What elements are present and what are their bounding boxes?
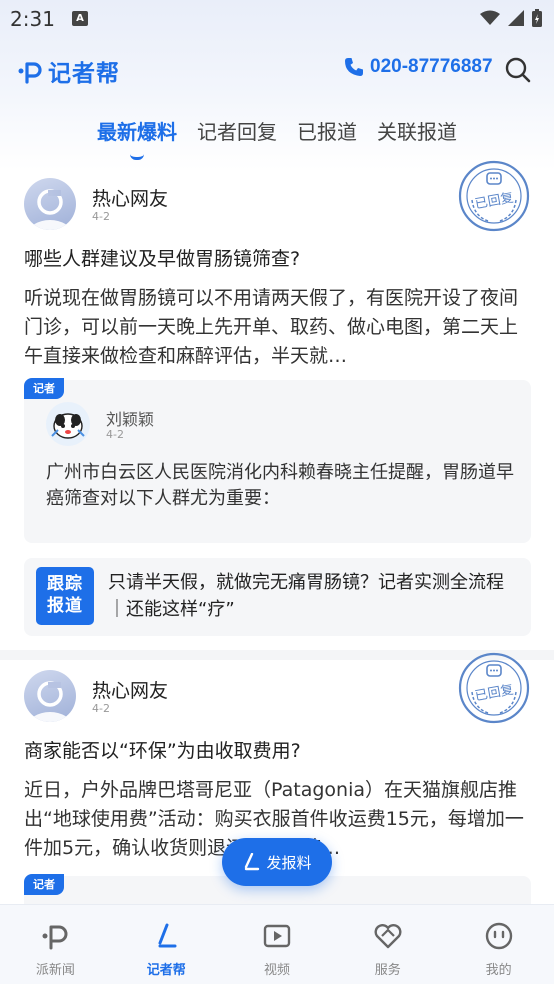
nav-item-video[interactable]: 视频 xyxy=(222,905,333,984)
battery-icon xyxy=(532,9,542,27)
tab-latest-tips[interactable]: 最新爆料 xyxy=(97,112,177,160)
nav-label: 我的 xyxy=(485,963,512,978)
reporter-tag: 记者 xyxy=(24,378,64,399)
pai-logo-icon xyxy=(42,925,68,950)
tab-reporter-replies[interactable]: 记者回复 xyxy=(197,112,277,156)
post-question: 商家能否以“环保”为由收取费用? xyxy=(24,740,301,762)
default-avatar-icon xyxy=(28,681,72,722)
pai-logo-icon xyxy=(18,62,42,84)
fab-label: 发报料 xyxy=(266,853,312,872)
tab-label: 记者回复 xyxy=(197,120,277,144)
video-play-icon xyxy=(263,924,291,948)
user-name: 热心网友 xyxy=(92,680,169,702)
follow-up-badge: 跟踪 报道 xyxy=(36,567,94,625)
post-date: 4-2 xyxy=(92,210,110,223)
notification-icon: A xyxy=(72,11,88,26)
nav-item-services[interactable]: 服务 xyxy=(332,905,443,984)
search-icon xyxy=(505,57,531,83)
app-logo: 记者帮 xyxy=(18,54,120,88)
search-button[interactable] xyxy=(504,56,532,84)
reporter-avatar xyxy=(46,402,90,446)
reporter-name: 刘颖颖 xyxy=(106,410,155,429)
nav-label: 服务 xyxy=(374,963,401,978)
post-date: 4-2 xyxy=(92,702,110,715)
tab-reported[interactable]: 已报道 xyxy=(297,112,357,156)
nav-label: 派新闻 xyxy=(35,963,75,978)
follow-up-report[interactable]: 跟踪 报道 只请半天假，就做完无痛胃肠镜？记者实测全流程｜还能这样“疗” xyxy=(24,558,531,636)
badge-line: 跟踪 xyxy=(47,574,83,594)
wifi-icon xyxy=(480,10,500,25)
nav-label: 视频 xyxy=(263,963,290,978)
reply-date: 4-2 xyxy=(106,428,124,441)
tab-label: 已报道 xyxy=(297,120,357,144)
heart-service-icon xyxy=(374,924,402,949)
reporter-reply[interactable]: 记者 刘颖颖 4-2 广州市白云区人民医院消化内科赖春晓主任提醒，胃肠道早癌筛查… xyxy=(24,378,531,543)
submit-tip-button[interactable]: 发报料 xyxy=(222,838,332,886)
avatar xyxy=(24,670,76,722)
smiley-profile-icon xyxy=(485,922,512,950)
replied-stamp-icon: 已回复 xyxy=(458,160,530,232)
replied-stamp: 已回复 xyxy=(458,160,530,232)
user-name: 热心网友 xyxy=(92,188,169,210)
nav-label: 记者帮 xyxy=(146,963,186,978)
replied-stamp-icon: 已回复 xyxy=(458,652,530,724)
app-title: 记者帮 xyxy=(48,61,120,87)
post-content: 听说现在做胃肠镜可以不用请两天假了，有医院开设了夜间门诊，可以前一天晚上先开单、… xyxy=(24,287,519,367)
app-header: 记者帮 020-87776887 xyxy=(0,42,554,96)
bottom-nav: 派新闻 记者帮 视频 服务 我的 xyxy=(0,904,554,984)
status-icons xyxy=(480,9,542,27)
avatar xyxy=(24,178,76,230)
reporter-avatar-icon xyxy=(51,413,85,439)
reporter-pen-icon xyxy=(158,923,177,948)
badge-line: 报道 xyxy=(47,596,83,616)
reply-text: 广州市白云区人民医院消化内科赖春晓主任提醒，胃肠道早癌筛查对以下人群尤为重要： xyxy=(46,462,514,509)
nav-item-pai-news[interactable]: 派新闻 xyxy=(0,905,111,984)
hotline[interactable]: 020-87776887 xyxy=(344,56,493,78)
reporter-tag: 记者 xyxy=(24,874,64,895)
hotline-number: 020-87776887 xyxy=(370,56,493,77)
default-avatar-icon xyxy=(28,189,72,230)
signal-icon xyxy=(508,10,524,26)
post-question: 哪些人群建议及早做胃肠镜筛查? xyxy=(24,248,301,270)
status-bar: 2:31 A xyxy=(0,0,554,38)
stamp-text: 已回复 xyxy=(474,683,515,705)
nav-item-mine[interactable]: 我的 xyxy=(443,905,554,984)
follow-up-title: 只请半天假，就做完无痛胃肠镜？记者实测全流程｜还能这样“疗” xyxy=(108,572,504,620)
category-tabs: 最新爆料 记者回复 已报道 关联报道 xyxy=(0,112,554,160)
tab-related-reports[interactable]: 关联报道 xyxy=(377,112,457,156)
phone-icon xyxy=(345,58,363,76)
nav-item-reporter-help[interactable]: 记者帮 xyxy=(111,905,222,984)
tab-label: 最新爆料 xyxy=(97,120,177,144)
stamp-text: 已回复 xyxy=(474,191,515,213)
post-card[interactable]: 热心网友 4-2 已回复 哪些人群建议及早做胃肠镜筛查? 听说现在做胃肠镜可以不… xyxy=(0,160,554,650)
tab-label: 关联报道 xyxy=(377,120,457,144)
replied-stamp: 已回复 xyxy=(458,652,530,724)
status-time: 2:31 xyxy=(10,7,55,31)
pen-icon xyxy=(245,853,260,871)
